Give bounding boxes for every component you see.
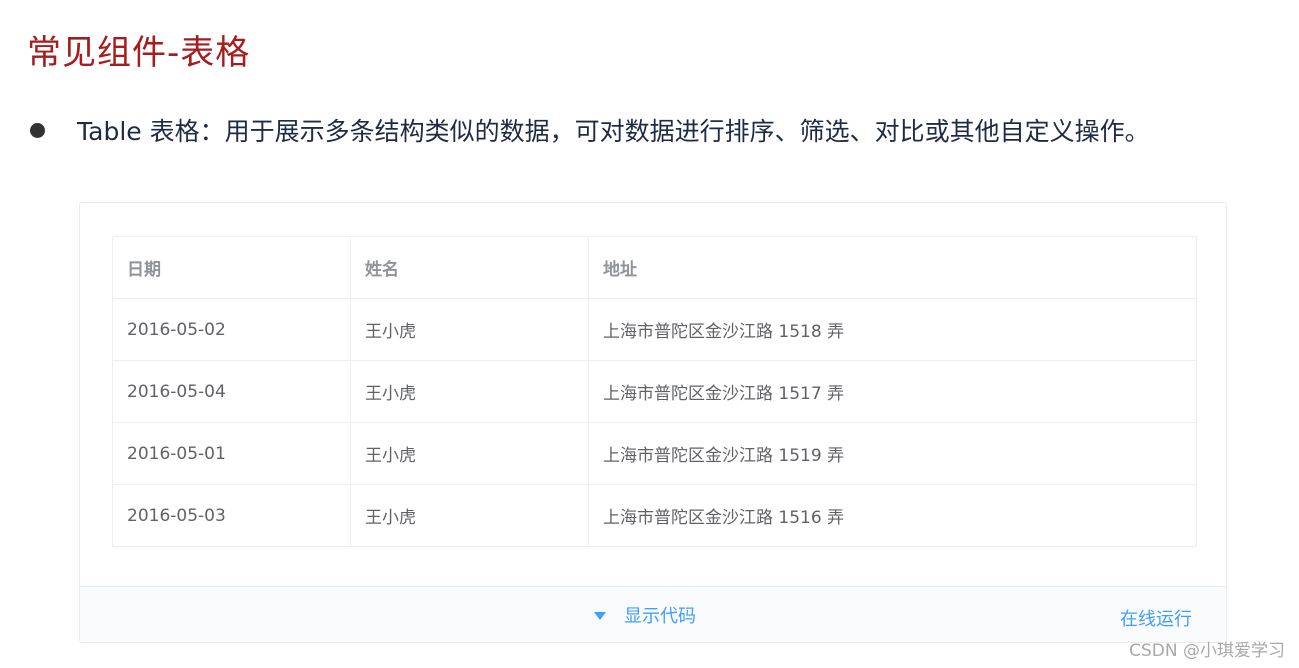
table-row[interactable]: 2016-05-02 王小虎 上海市普陀区金沙江路 1518 弄 xyxy=(112,298,1197,361)
cell-date: 2016-05-03 xyxy=(112,484,351,547)
cell-name: 王小虎 xyxy=(350,422,589,485)
table-row[interactable]: 2016-05-01 王小虎 上海市普陀区金沙江路 1519 弄 xyxy=(112,422,1197,485)
cell-address: 上海市普陀区金沙江路 1516 弄 xyxy=(588,484,1197,547)
page: 常见组件-表格 Table 表格：用于展示多条结构类似的数据，可对数据进行排序、… xyxy=(0,0,1299,668)
cell-date: 2016-05-04 xyxy=(112,360,351,423)
watermark-text: CSDN @小琪爱学习 xyxy=(1129,641,1285,661)
cell-address: 上海市普陀区金沙江路 1517 弄 xyxy=(588,360,1197,423)
cell-date: 2016-05-01 xyxy=(112,422,351,485)
cell-name: 王小虎 xyxy=(350,360,589,423)
table-row[interactable]: 2016-05-03 王小虎 上海市普陀区金沙江路 1516 弄 xyxy=(112,484,1197,547)
column-header-date: 日期 xyxy=(112,236,351,299)
table-header-row: 日期 姓名 地址 xyxy=(112,236,1197,299)
table-row[interactable]: 2016-05-04 王小虎 上海市普陀区金沙江路 1517 弄 xyxy=(112,360,1197,423)
intro-bullet-item: Table 表格：用于展示多条结构类似的数据，可对数据进行排序、筛选、对比或其他… xyxy=(28,110,1288,150)
bullet-dot-icon xyxy=(30,122,45,138)
column-header-name: 姓名 xyxy=(350,236,589,299)
cell-address: 上海市普陀区金沙江路 1519 弄 xyxy=(588,422,1197,485)
intro-text: Table 表格：用于展示多条结构类似的数据，可对数据进行排序、筛选、对比或其他… xyxy=(77,117,1150,146)
cell-name: 王小虎 xyxy=(350,484,589,547)
caret-down-icon xyxy=(594,612,606,620)
demo-card-footer: 显示代码 在线运行 xyxy=(80,586,1226,642)
page-title: 常见组件-表格 xyxy=(27,33,251,73)
cell-name: 王小虎 xyxy=(350,298,589,361)
cell-date: 2016-05-02 xyxy=(112,298,351,361)
data-table: 日期 姓名 地址 2016-05-02 王小虎 上海市普陀区金沙江路 1518 … xyxy=(112,236,1197,547)
demo-card: 日期 姓名 地址 2016-05-02 王小虎 上海市普陀区金沙江路 1518 … xyxy=(79,202,1227,643)
show-code-button[interactable]: 显示代码 xyxy=(594,587,696,643)
column-header-address: 地址 xyxy=(588,236,1197,299)
show-code-label: 显示代码 xyxy=(624,606,696,627)
cell-address: 上海市普陀区金沙江路 1518 弄 xyxy=(588,298,1197,361)
